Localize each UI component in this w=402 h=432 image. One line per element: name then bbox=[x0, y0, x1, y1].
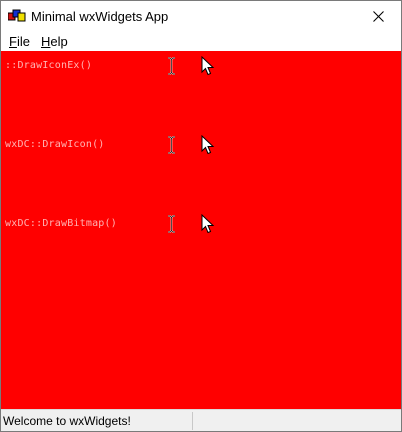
drawing-canvas[interactable]: ::DrawIconEx() wxDC::DrawIcon() wxDC::Dr bbox=[1, 51, 401, 409]
window-title: Minimal wxWidgets App bbox=[31, 9, 169, 24]
title-bar[interactable]: Minimal wxWidgets App bbox=[1, 1, 401, 32]
menu-help-rest: elp bbox=[50, 34, 68, 49]
status-text: Welcome to wxWidgets! bbox=[3, 414, 131, 428]
wx-app-icon bbox=[7, 8, 26, 25]
draw-call-label-drawbitmap: wxDC::DrawBitmap() bbox=[5, 218, 117, 229]
draw-call-label-drawicon: wxDC::DrawIcon() bbox=[5, 139, 105, 150]
app-window: Minimal wxWidgets App File Help ::DrawIc… bbox=[0, 0, 402, 432]
menu-help[interactable]: Help bbox=[41, 34, 68, 49]
status-bar: Welcome to wxWidgets! bbox=[1, 409, 401, 431]
arrow-cursor-icon bbox=[201, 55, 215, 76]
arrow-cursor-icon bbox=[201, 134, 215, 155]
status-divider bbox=[192, 412, 193, 430]
ibeam-cursor-icon bbox=[167, 215, 176, 233]
menu-help-mnemonic: H bbox=[41, 34, 51, 49]
status-pane-2 bbox=[195, 413, 399, 430]
ibeam-cursor-icon bbox=[167, 57, 176, 75]
menu-file-mnemonic: F bbox=[9, 34, 17, 49]
menu-file[interactable]: File bbox=[9, 34, 30, 49]
menu-file-rest: ile bbox=[16, 34, 30, 49]
close-icon bbox=[372, 11, 384, 22]
close-button[interactable] bbox=[355, 1, 401, 32]
draw-call-label-drawiconex: ::DrawIconEx() bbox=[5, 60, 93, 71]
menu-bar: File Help bbox=[1, 32, 401, 51]
ibeam-cursor-icon bbox=[167, 136, 176, 154]
arrow-cursor-icon bbox=[201, 213, 215, 234]
